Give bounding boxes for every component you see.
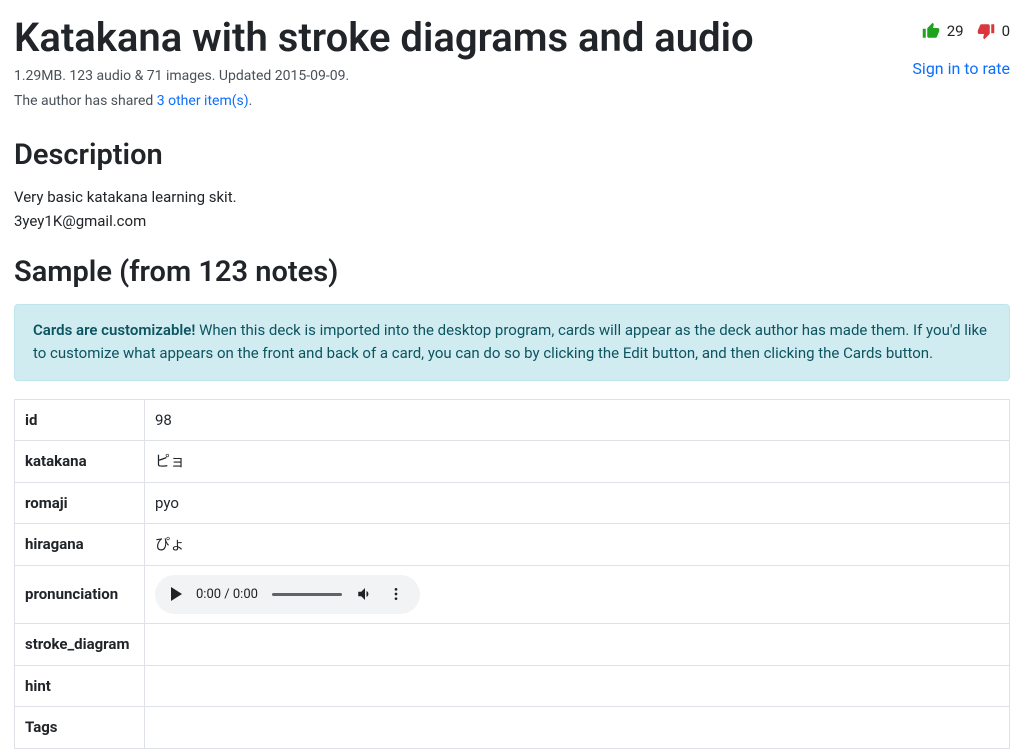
field-label-romaji: romaji bbox=[15, 482, 145, 524]
table-row: id 98 bbox=[15, 399, 1010, 441]
description-line-1: Very basic katakana learning skit. bbox=[14, 186, 1010, 209]
author-suffix: . bbox=[249, 93, 253, 109]
thumbs-down-icon[interactable] bbox=[976, 22, 996, 40]
field-label-pronunciation: pronunciation bbox=[15, 565, 145, 624]
field-value-stroke-diagram bbox=[145, 624, 1010, 666]
author-shared-line: The author has shared 3 other item(s). bbox=[14, 91, 754, 112]
audio-time: 0:00 / 0:00 bbox=[196, 585, 258, 605]
description-heading: Description bbox=[14, 134, 1010, 178]
more-icon[interactable] bbox=[388, 586, 404, 602]
author-prefix: The author has shared bbox=[14, 93, 157, 109]
table-row: stroke_diagram bbox=[15, 624, 1010, 666]
upvote-count: 29 bbox=[947, 20, 964, 43]
field-value-hint bbox=[145, 665, 1010, 707]
field-label-hint: hint bbox=[15, 665, 145, 707]
field-label-tags: Tags bbox=[15, 707, 145, 749]
field-value-pronunciation: 0:00 / 0:00 bbox=[145, 565, 1010, 624]
sample-table: id 98 katakana ピョ romaji pyo hiragana ぴょ… bbox=[14, 399, 1010, 749]
field-value-katakana: ピョ bbox=[145, 441, 1010, 483]
other-items-link[interactable]: 3 other item(s) bbox=[157, 93, 249, 109]
field-value-tags bbox=[145, 707, 1010, 749]
field-label-katakana: katakana bbox=[15, 441, 145, 483]
field-value-romaji: pyo bbox=[145, 482, 1010, 524]
sample-heading: Sample (from 123 notes) bbox=[14, 251, 1010, 295]
table-row: hiragana ぴょ bbox=[15, 524, 1010, 566]
field-label-id: id bbox=[15, 399, 145, 441]
field-label-stroke-diagram: stroke_diagram bbox=[15, 624, 145, 666]
table-row: hint bbox=[15, 665, 1010, 707]
meta-line: 1.29MB. 123 audio & 71 images. Updated 2… bbox=[14, 66, 754, 87]
audio-player[interactable]: 0:00 / 0:00 bbox=[155, 575, 420, 615]
thumbs-row: 29 0 bbox=[921, 20, 1010, 43]
thumbs-up-icon[interactable] bbox=[921, 22, 941, 40]
description-line-2: 3yey1K@gmail.com bbox=[14, 210, 1010, 233]
downvote-count: 0 bbox=[1002, 20, 1010, 43]
audio-track[interactable] bbox=[272, 593, 342, 596]
field-value-id: 98 bbox=[145, 399, 1010, 441]
field-value-hiragana: ぴょ bbox=[145, 524, 1010, 566]
alert-bold: Cards are customizable! bbox=[33, 321, 195, 339]
table-row: romaji pyo bbox=[15, 482, 1010, 524]
customizable-alert: Cards are customizable! When this deck i… bbox=[14, 304, 1010, 381]
table-row: katakana ピョ bbox=[15, 441, 1010, 483]
field-label-hiragana: hiragana bbox=[15, 524, 145, 566]
table-row: Tags bbox=[15, 707, 1010, 749]
page-title: Katakana with stroke diagrams and audio bbox=[14, 14, 754, 62]
ratings-block: 29 0 Sign in to rate bbox=[840, 14, 1010, 81]
volume-icon[interactable] bbox=[356, 585, 374, 603]
sign-in-to-rate-link[interactable]: Sign in to rate bbox=[912, 57, 1010, 81]
table-row: pronunciation 0:00 / 0:00 bbox=[15, 565, 1010, 624]
play-icon[interactable] bbox=[171, 587, 182, 601]
